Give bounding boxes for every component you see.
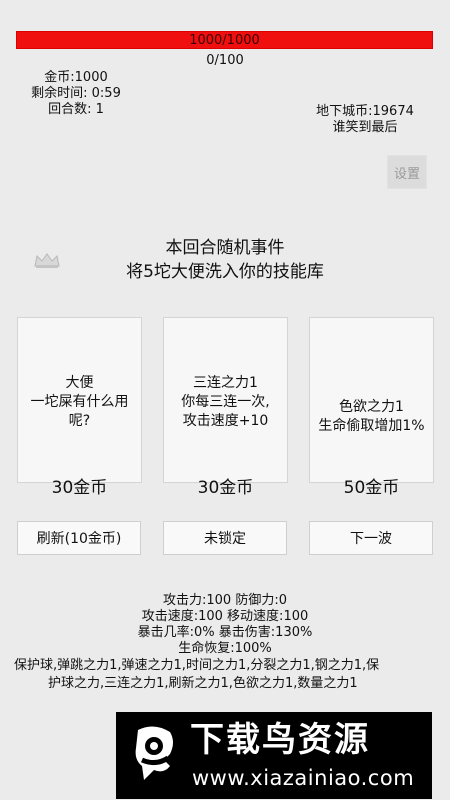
next-wave-button[interactable]: 下一波: [309, 521, 433, 555]
event-title: 本回合随机事件: [165, 238, 285, 258]
settings-button[interactable]: 设置: [387, 155, 427, 189]
skill-list-line-2: 护球之力,三连之力1,刷新之力1,色欲之力1,数量之力1: [48, 676, 358, 691]
card-price: 30金币: [197, 478, 254, 498]
event-description: 将5坨大便洗入你的技能库: [126, 262, 324, 282]
stats-line-2: 攻击速度:100 移动速度:100: [141, 609, 309, 624]
stats-line-1: 攻击力:100 防御力:0: [163, 593, 287, 608]
shop-card-2[interactable]: 三连之力1 你每三连一次, 攻击速度+10 30金币: [163, 317, 288, 498]
wave-progress-text: 0/100: [206, 53, 244, 68]
round-count: 回合数: 1: [48, 102, 104, 117]
stats-line-4: 生命恢复:100%: [178, 641, 272, 656]
skill-list: 保护球,弹跳之力1,弹速之力1,时间之力1,分裂之力1,钢之力1,保 护球之力,…: [14, 657, 440, 693]
shop-card-1[interactable]: 大便 一坨屎有什么用 呢? 30金币: [17, 317, 142, 498]
dungeon-coin: 地下城币:19674: [316, 104, 414, 119]
card-text: 色欲之力1 生命偷取增加1%: [318, 399, 425, 434]
stats-line-3: 暴击几率:0% 暴击伤害:130%: [137, 625, 313, 640]
shop-card-3[interactable]: 色欲之力1 生命偷取增加1% 50金币: [309, 317, 434, 498]
bird-logo-icon: [135, 726, 173, 780]
refresh-button[interactable]: 刷新(10金币): [17, 521, 141, 555]
skill-list-line-1: 保护球,弹跳之力1,弹速之力1,时间之力1,分裂之力1,钢之力1,保: [14, 658, 380, 673]
watermark-banner: 下载鸟资源 www.xiazainiao.com: [116, 712, 432, 799]
card-text: 三连之力1 你每三连一次, 攻击速度+10: [181, 375, 270, 429]
hp-text: 1000/1000: [189, 33, 260, 48]
card-price: 30金币: [51, 478, 108, 498]
dungeon-panel: 地下城币:19674 谁笑到最后: [300, 104, 430, 136]
watermark-title: 下载鸟资源: [190, 720, 370, 760]
card-text: 大便 一坨屎有什么用 呢?: [30, 375, 129, 429]
slogan: 谁笑到最后: [332, 120, 398, 135]
lock-button[interactable]: 未锁定: [163, 521, 287, 555]
attribute-stats: 攻击力:100 防御力:0 攻击速度:100 移动速度:100 暴击几率:0% …: [0, 593, 450, 657]
watermark-url: www.xiazainiao.com: [192, 766, 415, 790]
player-status-panel: 金币:1000 剩余时间: 0:59 回合数: 1: [26, 70, 126, 118]
gold-count: 金币:1000: [44, 70, 108, 85]
hp-bar: 1000/1000: [16, 31, 433, 49]
card-price: 50金币: [343, 478, 400, 498]
time-left: 剩余时间: 0:59: [31, 86, 121, 101]
